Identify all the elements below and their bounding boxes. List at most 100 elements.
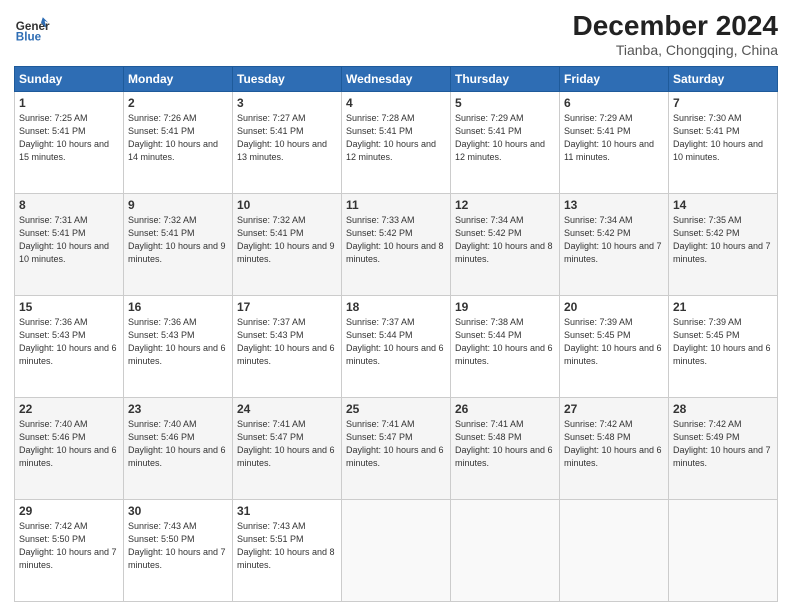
day-info: Sunrise: 7:41 AMSunset: 5:47 PMDaylight:… [237, 418, 337, 470]
day-number: 10 [237, 198, 337, 212]
day-number: 16 [128, 300, 228, 314]
calendar-day-cell [560, 500, 669, 602]
calendar-day-cell: 16 Sunrise: 7:36 AMSunset: 5:43 PMDayligh… [124, 296, 233, 398]
calendar-day-cell [451, 500, 560, 602]
weekday-header: Thursday [451, 67, 560, 92]
svg-text:Blue: Blue [16, 31, 42, 44]
day-info: Sunrise: 7:29 AMSunset: 5:41 PMDaylight:… [455, 112, 555, 164]
calendar-table: SundayMondayTuesdayWednesdayThursdayFrid… [14, 66, 778, 602]
day-info: Sunrise: 7:34 AMSunset: 5:42 PMDaylight:… [455, 214, 555, 266]
day-info: Sunrise: 7:37 AMSunset: 5:43 PMDaylight:… [237, 316, 337, 368]
calendar-day-cell: 20Sunrise: 7:39 AMSunset: 5:45 PMDayligh… [560, 296, 669, 398]
day-info: Sunrise: 7:42 AMSunset: 5:50 PMDaylight:… [19, 520, 119, 572]
calendar-day-cell: 31Sunrise: 7:43 AMSunset: 5:51 PMDayligh… [233, 500, 342, 602]
calendar-day-cell: 28Sunrise: 7:42 AMSunset: 5:49 PMDayligh… [669, 398, 778, 500]
day-number: 2 [128, 96, 228, 110]
weekday-header: Wednesday [342, 67, 451, 92]
day-number: 17 [237, 300, 337, 314]
logo-icon: General Blue [14, 10, 50, 46]
day-info: Sunrise: 7:42 AMSunset: 5:49 PMDaylight:… [673, 418, 773, 470]
day-info: Sunrise: 7:34 AMSunset: 5:42 PMDaylight:… [564, 214, 664, 266]
calendar-day-cell: 18 Sunrise: 7:37 AMSunset: 5:44 PMDayligh… [342, 296, 451, 398]
calendar-day-cell: 5 Sunrise: 7:29 AMSunset: 5:41 PMDaylight… [451, 92, 560, 194]
calendar-day-cell: 22Sunrise: 7:40 AMSunset: 5:46 PMDayligh… [15, 398, 124, 500]
calendar-day-cell: 21 Sunrise: 7:39 AMSunset: 5:45 PMDayligh… [669, 296, 778, 398]
day-number: 30 [128, 504, 228, 518]
weekday-header: Monday [124, 67, 233, 92]
calendar-day-cell: 17 Sunrise: 7:37 AMSunset: 5:43 PMDayligh… [233, 296, 342, 398]
logo: General Blue [14, 10, 50, 46]
day-info: Sunrise: 7:40 AMSunset: 5:46 PMDaylight:… [19, 418, 119, 470]
calendar-day-cell: 15Sunrise: 7:36 AMSunset: 5:43 PMDayligh… [15, 296, 124, 398]
calendar-day-cell: 11Sunrise: 7:33 AMSunset: 5:42 PMDayligh… [342, 194, 451, 296]
day-info: Sunrise: 7:31 AMSunset: 5:41 PMDaylight:… [19, 214, 119, 266]
calendar-day-cell: 4 Sunrise: 7:28 AMSunset: 5:41 PMDaylight… [342, 92, 451, 194]
day-number: 3 [237, 96, 337, 110]
day-number: 4 [346, 96, 446, 110]
day-number: 25 [346, 402, 446, 416]
calendar-day-cell: 10Sunrise: 7:32 AMSunset: 5:41 PMDayligh… [233, 194, 342, 296]
calendar-day-cell: 23 Sunrise: 7:40 AMSunset: 5:46 PMDayligh… [124, 398, 233, 500]
day-number: 27 [564, 402, 664, 416]
day-info: Sunrise: 7:30 AMSunset: 5:41 PMDaylight:… [673, 112, 773, 164]
day-info: Sunrise: 7:28 AMSunset: 5:41 PMDaylight:… [346, 112, 446, 164]
calendar-day-cell [342, 500, 451, 602]
calendar-day-cell: 1 Sunrise: 7:25 AMSunset: 5:41 PMDaylight… [15, 92, 124, 194]
day-number: 9 [128, 198, 228, 212]
day-info: Sunrise: 7:41 AMSunset: 5:47 PMDaylight:… [346, 418, 446, 470]
day-number: 1 [19, 96, 119, 110]
day-info: Sunrise: 7:42 AMSunset: 5:48 PMDaylight:… [564, 418, 664, 470]
calendar-week-row: 8 Sunrise: 7:31 AMSunset: 5:41 PMDaylight… [15, 194, 778, 296]
day-number: 31 [237, 504, 337, 518]
calendar-title: December 2024 [573, 10, 778, 42]
day-info: Sunrise: 7:36 AMSunset: 5:43 PMDaylight:… [128, 316, 228, 368]
day-number: 23 [128, 402, 228, 416]
calendar-header-row: SundayMondayTuesdayWednesdayThursdayFrid… [15, 67, 778, 92]
calendar-day-cell: 12 Sunrise: 7:34 AMSunset: 5:42 PMDayligh… [451, 194, 560, 296]
calendar-subtitle: Tianba, Chongqing, China [573, 42, 778, 58]
calendar-day-cell: 14 Sunrise: 7:35 AMSunset: 5:42 PMDayligh… [669, 194, 778, 296]
calendar-day-cell: 24 Sunrise: 7:41 AMSunset: 5:47 PMDayligh… [233, 398, 342, 500]
day-number: 21 [673, 300, 773, 314]
calendar-day-cell [669, 500, 778, 602]
day-number: 24 [237, 402, 337, 416]
day-info: Sunrise: 7:25 AMSunset: 5:41 PMDaylight:… [19, 112, 119, 164]
day-info: Sunrise: 7:39 AMSunset: 5:45 PMDaylight:… [564, 316, 664, 368]
weekday-header: Saturday [669, 67, 778, 92]
day-info: Sunrise: 7:39 AMSunset: 5:45 PMDaylight:… [673, 316, 773, 368]
calendar-day-cell: 6 Sunrise: 7:29 AMSunset: 5:41 PMDaylight… [560, 92, 669, 194]
day-number: 13 [564, 198, 664, 212]
day-number: 6 [564, 96, 664, 110]
day-info: Sunrise: 7:32 AMSunset: 5:41 PMDaylight:… [128, 214, 228, 266]
weekday-header: Friday [560, 67, 669, 92]
day-info: Sunrise: 7:43 AMSunset: 5:50 PMDaylight:… [128, 520, 228, 572]
day-number: 18 [346, 300, 446, 314]
title-block: December 2024 Tianba, Chongqing, China [573, 10, 778, 58]
calendar-week-row: 15 Sunrise: 7:36 AMSunset: 5:43 PMDayligh… [15, 296, 778, 398]
weekday-header: Sunday [15, 67, 124, 92]
day-number: 11 [346, 198, 446, 212]
calendar-day-cell: 19Sunrise: 7:38 AMSunset: 5:44 PMDayligh… [451, 296, 560, 398]
day-number: 5 [455, 96, 555, 110]
day-info: Sunrise: 7:37 AMSunset: 5:44 PMDaylight:… [346, 316, 446, 368]
day-number: 8 [19, 198, 119, 212]
calendar-day-cell: 13 Sunrise: 7:34 AMSunset: 5:42 PMDayligh… [560, 194, 669, 296]
weekday-header: Tuesday [233, 67, 342, 92]
day-info: Sunrise: 7:40 AMSunset: 5:46 PMDaylight:… [128, 418, 228, 470]
day-info: Sunrise: 7:27 AMSunset: 5:41 PMDaylight:… [237, 112, 337, 164]
day-number: 19 [455, 300, 555, 314]
calendar-week-row: 1 Sunrise: 7:25 AMSunset: 5:41 PMDaylight… [15, 92, 778, 194]
calendar-day-cell: 2Sunrise: 7:26 AMSunset: 5:41 PMDaylight… [124, 92, 233, 194]
calendar-day-cell: 8 Sunrise: 7:31 AMSunset: 5:41 PMDaylight… [15, 194, 124, 296]
calendar-day-cell: 25 Sunrise: 7:41 AMSunset: 5:47 PMDayligh… [342, 398, 451, 500]
day-info: Sunrise: 7:35 AMSunset: 5:42 PMDaylight:… [673, 214, 773, 266]
day-number: 14 [673, 198, 773, 212]
day-number: 15 [19, 300, 119, 314]
calendar-day-cell: 27 Sunrise: 7:42 AMSunset: 5:48 PMDayligh… [560, 398, 669, 500]
day-info: Sunrise: 7:29 AMSunset: 5:41 PMDaylight:… [564, 112, 664, 164]
calendar-week-row: 22Sunrise: 7:40 AMSunset: 5:46 PMDayligh… [15, 398, 778, 500]
day-info: Sunrise: 7:41 AMSunset: 5:48 PMDaylight:… [455, 418, 555, 470]
calendar-day-cell: 26Sunrise: 7:41 AMSunset: 5:48 PMDayligh… [451, 398, 560, 500]
calendar-day-cell: 29Sunrise: 7:42 AMSunset: 5:50 PMDayligh… [15, 500, 124, 602]
day-number: 12 [455, 198, 555, 212]
